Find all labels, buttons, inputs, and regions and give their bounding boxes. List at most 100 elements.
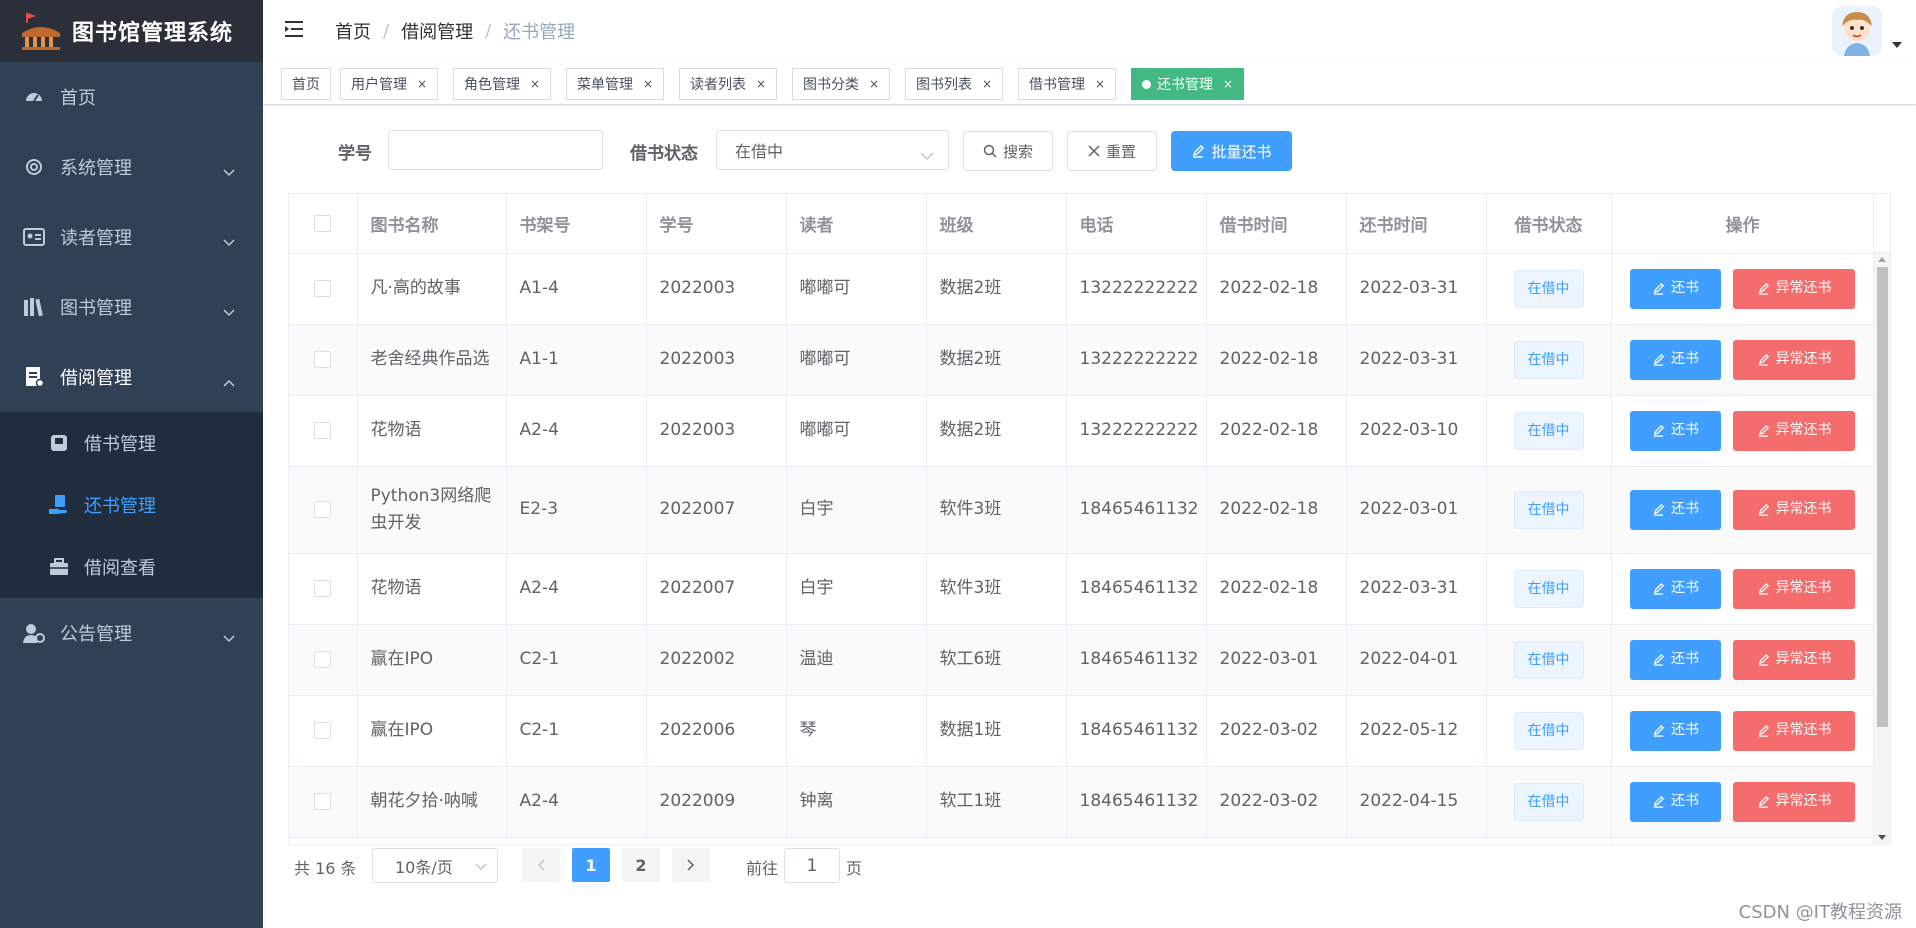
row-checkbox[interactable] bbox=[314, 579, 332, 597]
logo[interactable]: 图书馆管理系统 bbox=[0, 0, 263, 62]
reset-button[interactable]: 重置 bbox=[1067, 131, 1157, 171]
scroll-up-icon[interactable] bbox=[1878, 257, 1886, 262]
abnormal-return-button[interactable]: 异常还书 bbox=[1733, 339, 1855, 380]
search-button[interactable]: 搜索 bbox=[963, 131, 1053, 171]
tag-close-icon[interactable]: × bbox=[530, 77, 540, 91]
tag-label: 还书管理 bbox=[1157, 77, 1213, 93]
abnormal-return-button[interactable]: 异常还书 bbox=[1733, 568, 1855, 609]
status-select[interactable]: 在借中 bbox=[716, 130, 949, 170]
status-label: 借书状态 bbox=[630, 144, 698, 164]
return-button[interactable]: 还书 bbox=[1630, 410, 1721, 451]
page-size-select[interactable]: 10条/页 bbox=[372, 848, 498, 883]
hamburger-menu-icon[interactable] bbox=[283, 19, 305, 43]
return-button[interactable]: 还书 bbox=[1630, 489, 1721, 530]
row-checkbox[interactable] bbox=[314, 500, 332, 518]
return-button[interactable]: 还书 bbox=[1630, 639, 1721, 680]
row-checkbox[interactable] bbox=[314, 650, 332, 668]
empty-cell bbox=[357, 837, 507, 844]
empty-cell bbox=[1206, 837, 1347, 844]
page-button-2[interactable]: 2 bbox=[622, 848, 660, 882]
sidebar-item-home[interactable]: 首页 bbox=[0, 62, 263, 132]
row-select-cell bbox=[289, 766, 358, 838]
abnormal-return-button[interactable]: 异常还书 bbox=[1733, 410, 1855, 451]
sidebar-item-borrow-records[interactable]: 借阅查看 bbox=[0, 536, 263, 598]
tag-borrow-management[interactable]: 借书管理 × bbox=[1018, 68, 1117, 100]
abnormal-return-button[interactable]: 异常还书 bbox=[1733, 710, 1855, 751]
cell-book: 花物语 bbox=[357, 395, 507, 467]
cell-class: 数据2班 bbox=[926, 324, 1067, 396]
prev-page-button[interactable] bbox=[522, 848, 560, 882]
tag-close-icon[interactable]: × bbox=[1223, 77, 1233, 91]
cell-shelf: A2-4 bbox=[506, 766, 647, 838]
sidebar-item-borrow-books[interactable]: 借书管理 bbox=[0, 412, 263, 474]
tag-close-icon[interactable]: × bbox=[1095, 77, 1105, 91]
scrollbar-thumb[interactable] bbox=[1877, 267, 1888, 727]
table-scrollbar[interactable] bbox=[1873, 253, 1890, 844]
row-checkbox[interactable] bbox=[314, 421, 332, 439]
student-id-input[interactable] bbox=[388, 130, 603, 170]
table-row[interactable]: 凡·高的故事 A1-4 2022003 嘟嘟可 数据2班 13222222222 2022-… bbox=[289, 253, 1875, 325]
avatar[interactable] bbox=[1832, 6, 1882, 56]
column-header: 电话 bbox=[1066, 194, 1207, 254]
return-button[interactable]: 还书 bbox=[1630, 268, 1721, 309]
tag-reader-list[interactable]: 读者列表 × bbox=[679, 68, 778, 100]
scroll-down-icon[interactable] bbox=[1878, 835, 1886, 840]
tag-menu-management[interactable]: 菜单管理 × bbox=[566, 68, 665, 100]
row-checkbox[interactable] bbox=[314, 279, 332, 297]
cell-reader: 琴 bbox=[786, 695, 927, 767]
cell-return-time: 2022-04-01 bbox=[1346, 624, 1487, 696]
table-row[interactable]: 老舍经典作品选 A1-1 2022003 嘟嘟可 数据2班 13222222222 2022… bbox=[289, 324, 1875, 396]
tag-book-list[interactable]: 图书列表 × bbox=[905, 68, 1004, 100]
sidebar-item-announcements[interactable]: 公告管理 bbox=[0, 598, 263, 668]
cell-reader: 白宇 bbox=[786, 466, 927, 554]
sidebar-item-label: 公告管理 bbox=[60, 624, 132, 645]
tag-user-management[interactable]: 用户管理 × bbox=[340, 68, 439, 100]
cell-class: 数据1班 bbox=[926, 695, 1067, 767]
sidebar-item-system[interactable]: 系统管理 bbox=[0, 132, 263, 202]
breadcrumb-borrowing[interactable]: 借阅管理 bbox=[401, 18, 473, 44]
goto-page-input[interactable]: 1 bbox=[784, 848, 840, 883]
tag-close-icon[interactable]: × bbox=[417, 77, 427, 91]
sidebar-item-readers[interactable]: 读者管理 bbox=[0, 202, 263, 272]
table-row[interactable]: 花物语 A2-4 2022003 嘟嘟可 数据2班 13222222222 2022-02-… bbox=[289, 395, 1875, 467]
cell-actions: 还书 异常还书 bbox=[1611, 395, 1875, 467]
breadcrumb-home[interactable]: 首页 bbox=[335, 18, 371, 44]
caret-down-icon[interactable] bbox=[1892, 42, 1902, 48]
sidebar-item-books[interactable]: 图书管理 bbox=[0, 272, 263, 342]
row-checkbox[interactable] bbox=[314, 792, 332, 810]
page-button-1[interactable]: 1 bbox=[572, 848, 610, 882]
table-row[interactable]: Python3网络爬虫开发 E2-3 2022007 白宇 软件3班 1846546113… bbox=[289, 466, 1875, 554]
return-button[interactable]: 还书 bbox=[1630, 568, 1721, 609]
tag-home[interactable]: 首页 bbox=[281, 68, 331, 100]
row-checkbox[interactable] bbox=[314, 721, 332, 739]
breadcrumb-separator: / bbox=[383, 20, 390, 42]
tag-book-category[interactable]: 图书分类 × bbox=[792, 68, 891, 100]
tag-close-icon[interactable]: × bbox=[869, 77, 879, 91]
next-page-button[interactable] bbox=[672, 848, 710, 882]
return-button[interactable]: 还书 bbox=[1630, 781, 1721, 822]
table-row[interactable]: 赢在IPO C2-1 2022006 琴数据1班 18465461132 2022-03-… bbox=[289, 695, 1875, 767]
sidebar-item-return-books[interactable]: 还书管理 bbox=[0, 474, 263, 536]
tag-close-icon[interactable]: × bbox=[756, 77, 766, 91]
sidebar-item-borrowing[interactable]: 借阅管理 bbox=[0, 342, 263, 412]
tag-close-icon[interactable]: × bbox=[643, 77, 653, 91]
abnormal-return-button[interactable]: 异常还书 bbox=[1733, 268, 1855, 309]
select-all-checkbox[interactable] bbox=[314, 214, 332, 232]
return-button[interactable]: 还书 bbox=[1630, 710, 1721, 751]
abnormal-return-label: 异常还书 bbox=[1775, 280, 1832, 296]
tag-return-management[interactable]: 还书管理 × bbox=[1131, 68, 1245, 100]
abnormal-return-button[interactable]: 异常还书 bbox=[1733, 781, 1855, 822]
goto-suffix: 页 bbox=[846, 859, 863, 878]
table-row[interactable]: 朝花夕拾·呐喊 A2-4 2022009 钟离 软工1班 18465461132 2022-… bbox=[289, 766, 1875, 838]
tag-role-management[interactable]: 角色管理 × bbox=[453, 68, 552, 100]
abnormal-return-button[interactable]: 异常还书 bbox=[1733, 639, 1855, 680]
table-row[interactable]: 赢在IPO C2-1 2022002 温迪 软工6班 18465461132 2022-03… bbox=[289, 624, 1875, 696]
row-select-cell bbox=[289, 395, 358, 467]
row-checkbox[interactable] bbox=[314, 350, 332, 368]
cell-return-time: 2022-03-10 bbox=[1346, 395, 1487, 467]
tag-close-icon[interactable]: × bbox=[982, 77, 992, 91]
abnormal-return-button[interactable]: 异常还书 bbox=[1733, 489, 1855, 530]
table-row[interactable]: 花物语 A2-4 2022007 白宇 软件3班 18465461132 2022-02-1… bbox=[289, 553, 1875, 625]
return-button[interactable]: 还书 bbox=[1630, 339, 1721, 380]
batch-return-button[interactable]: 批量还书 bbox=[1171, 131, 1292, 171]
